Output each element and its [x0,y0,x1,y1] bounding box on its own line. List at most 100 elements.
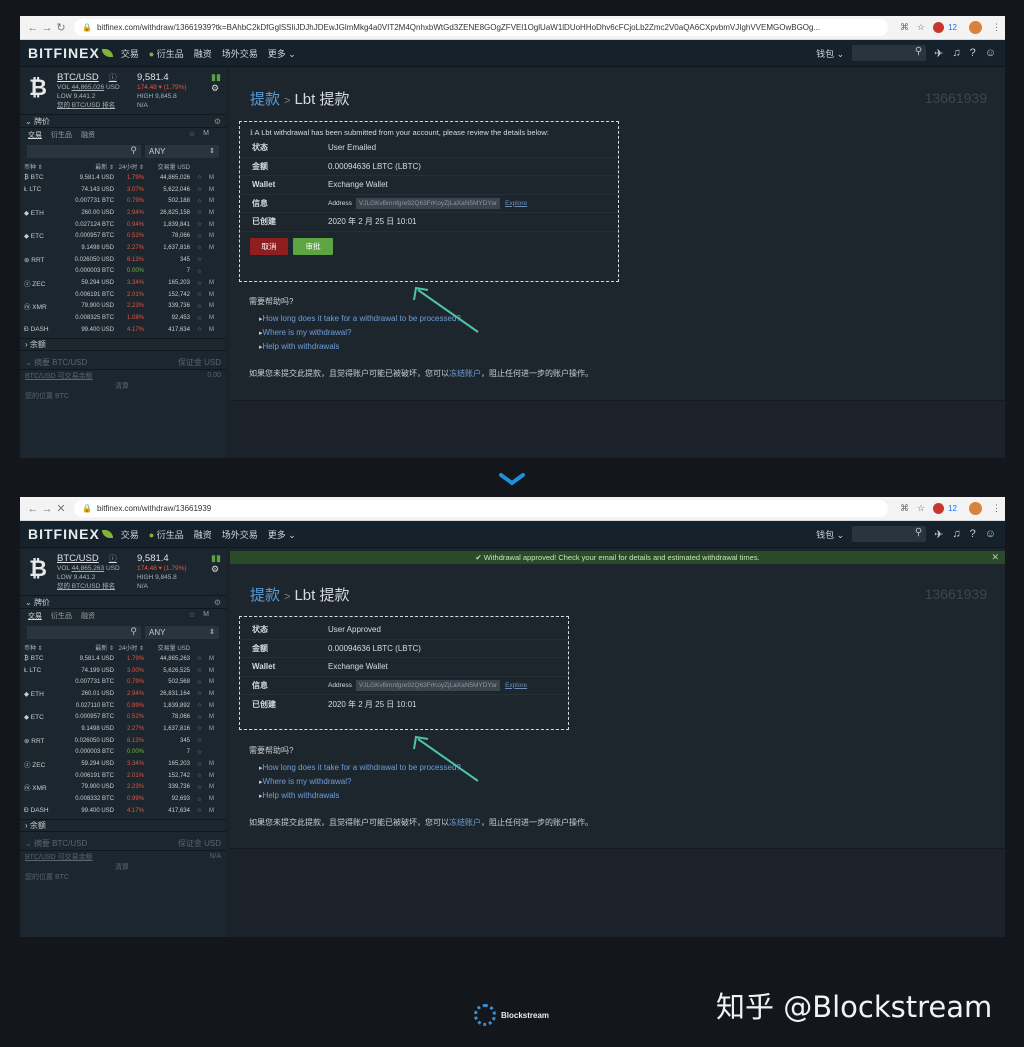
help-icon[interactable]: ? [970,47,976,59]
translate-icon[interactable]: ⌘ [900,22,909,33]
margin-m[interactable]: M [202,327,214,333]
favorite-star-icon[interactable]: ☆ [190,233,202,240]
favorite-star-icon[interactable]: ☆ [190,291,202,298]
margin-m[interactable]: M [202,656,214,662]
breadcrumb-withdraw[interactable]: 提款 [250,91,280,108]
favorite-star-icon[interactable]: ☆ [190,174,202,181]
explore-link[interactable]: Explore [505,200,527,207]
bell-icon[interactable]: ♫ [952,528,960,540]
market-row[interactable]: ⓩ ZEC 59.294 USD 3.34% 165,203 ☆ M [20,277,226,289]
market-row[interactable]: ◆ ETH 260.00 USD 2.94% 26,825,158 ☆ M [20,207,226,219]
currency-select[interactable]: ANY ⇕ [145,626,219,639]
help-icon[interactable]: ? [970,528,976,540]
margin-m[interactable]: M [202,315,214,321]
margin-m[interactable]: M [202,726,214,732]
gear-icon[interactable]: ⚙ [214,117,221,126]
favorite-star-icon[interactable]: ☆ [190,796,202,803]
wallet-menu[interactable]: 钱包 ⌄ [816,528,844,541]
favorite-star-icon[interactable]: ☆ [190,702,202,709]
favorite-star-icon[interactable]: ☆ [190,725,202,732]
tab-funding[interactable]: 融资 [81,611,95,621]
ticker-symbol[interactable]: BTC/USD ⓘ [57,553,137,564]
margin-m[interactable]: M [202,668,214,674]
ticker-search-input[interactable]: ⚲ [27,626,141,639]
help-link-withdrawals[interactable]: Help with withdrawals [259,789,461,803]
market-row[interactable]: ₿ BTC 9,581.4 USD 1.79% 44,865,263 ☆ M [20,653,226,665]
margin-m[interactable]: M [202,187,214,193]
explore-link[interactable]: Explore [505,682,527,689]
favorite-star-icon[interactable]: ☆ [190,737,202,744]
market-row[interactable]: 9.1498 USD 2.27% 1,637,816 ☆ M [20,723,226,735]
bell-icon[interactable]: ♫ [952,47,960,59]
margin-filter-m[interactable]: M [203,130,209,140]
favorite-star-icon[interactable]: ☆ [190,784,202,791]
nav-otc[interactable]: 场外交易 [222,528,258,541]
settings-icon[interactable]: ⚙ [211,564,219,574]
margin-m[interactable]: M [202,691,214,697]
address-value[interactable]: VJLGKvBmnfgre92Q63FrKoyZjLaXaN5MYDYar [355,197,501,209]
margin-m[interactable]: M [202,198,214,204]
margin-m[interactable]: M [202,714,214,720]
favorite-star-icon[interactable]: ☆ [190,268,202,275]
favorite-star-icon[interactable]: ☆ [190,807,202,814]
margin-m[interactable]: M [202,175,214,181]
section-balance-header[interactable]: › 余额 [20,818,226,832]
forward-icon[interactable]: → [40,22,54,34]
margin-m[interactable]: M [202,761,214,767]
extension-icon[interactable] [933,22,945,33]
market-row[interactable]: 0.000003 BTC 0.00% 7 ☆ [20,266,226,278]
nav-more[interactable]: 更多 ⌄ [268,528,296,541]
stop-loading-icon[interactable]: ✕ [54,502,68,515]
market-row[interactable]: Đ DASH 99.400 USD 4.17% 417,634 ☆ M [20,324,226,336]
margin-m[interactable]: M [202,245,214,251]
extension-icon[interactable] [933,503,945,514]
tab-derivatives[interactable]: 衍生品 [51,611,72,621]
margin-m[interactable]: M [202,210,214,216]
favorite-star-icon[interactable]: ☆ [190,326,202,333]
margin-m[interactable]: M [202,222,214,228]
tradable-label[interactable]: BTC/USD 可交易余额 [25,371,93,381]
favorite-star-icon[interactable]: ☆ [190,667,202,674]
margin-filter-m[interactable]: M [203,611,209,621]
favorite-star-icon[interactable]: ☆ [190,256,202,263]
section-balance-header[interactable]: › 余额 [20,337,226,351]
market-row[interactable]: Ł LTC 74.199 USD 3.00% 5,626,525 ☆ M [20,665,226,677]
nav-otc[interactable]: 场外交易 [222,47,258,60]
tab-trading[interactable]: 交易 [28,611,42,621]
market-row[interactable]: 0.027124 BTC 0.94% 1,839,841 ☆ M [20,219,226,231]
margin-m[interactable]: M [202,280,214,286]
favorite-star-icon[interactable]: ☆ [190,198,202,205]
wallet-menu[interactable]: 钱包 ⌄ [816,47,844,60]
freeze-account-link[interactable]: 冻结账户 [449,369,481,378]
ticker-search-input[interactable]: ⚲ [27,145,141,158]
tab-funding[interactable]: 融资 [81,130,95,140]
bar-chart-icon[interactable]: ▮▮ ⚙ [211,553,221,591]
nav-more[interactable]: 更多 ⌄ [268,47,296,60]
info-icon[interactable]: ⓘ [109,554,117,563]
bookmark-star-icon[interactable]: ☆ [917,503,925,514]
section-tickers-header[interactable]: ⌄ 牌价 ⚙ [20,115,226,128]
bar-chart-icon[interactable]: ▮▮ ⚙ [211,72,221,110]
menu-kebab-icon[interactable]: ⋮ [992,503,1001,514]
rocket-icon[interactable]: ✈ [934,47,943,60]
favorite-star-icon[interactable]: ☆ [190,714,202,721]
nav-funding[interactable]: 融资 [194,528,212,541]
tab-trading[interactable]: 交易 [28,130,42,140]
favorite-star-icon[interactable]: ☆ [190,749,202,756]
nav-trade[interactable]: 交易 [121,528,139,541]
nav-derivatives[interactable]: ● 衍生品 [149,528,184,541]
margin-m[interactable]: M [202,808,214,814]
favorite-star-icon[interactable]: ☆ [190,761,202,768]
favorite-star-icon[interactable]: ☆ [190,221,202,228]
profile-avatar[interactable] [969,502,982,515]
market-row[interactable]: ◆ ETH 260.01 USD 2.94% 26,831,164 ☆ M [20,688,226,700]
market-row[interactable]: ◆ ETC 0.000957 BTC 0.52% 78,066 ☆ M [20,711,226,723]
market-row[interactable]: 0.000003 BTC 0.00% 7 ☆ [20,747,226,759]
ticker-symbol[interactable]: BTC/USD ⓘ [57,72,137,83]
favorite-star-icon[interactable]: ☆ [190,690,202,697]
market-row[interactable]: Đ DASH 99.400 USD 4.17% 417,634 ☆ M [20,805,226,817]
market-row[interactable]: ⓜ XMR 79.900 USD 2.23% 339,736 ☆ M [20,301,226,313]
back-icon[interactable]: ← [26,22,40,34]
back-icon[interactable]: ← [26,503,40,515]
market-row[interactable]: 0.006191 BTC 2.01% 152,742 ☆ M [20,289,226,301]
